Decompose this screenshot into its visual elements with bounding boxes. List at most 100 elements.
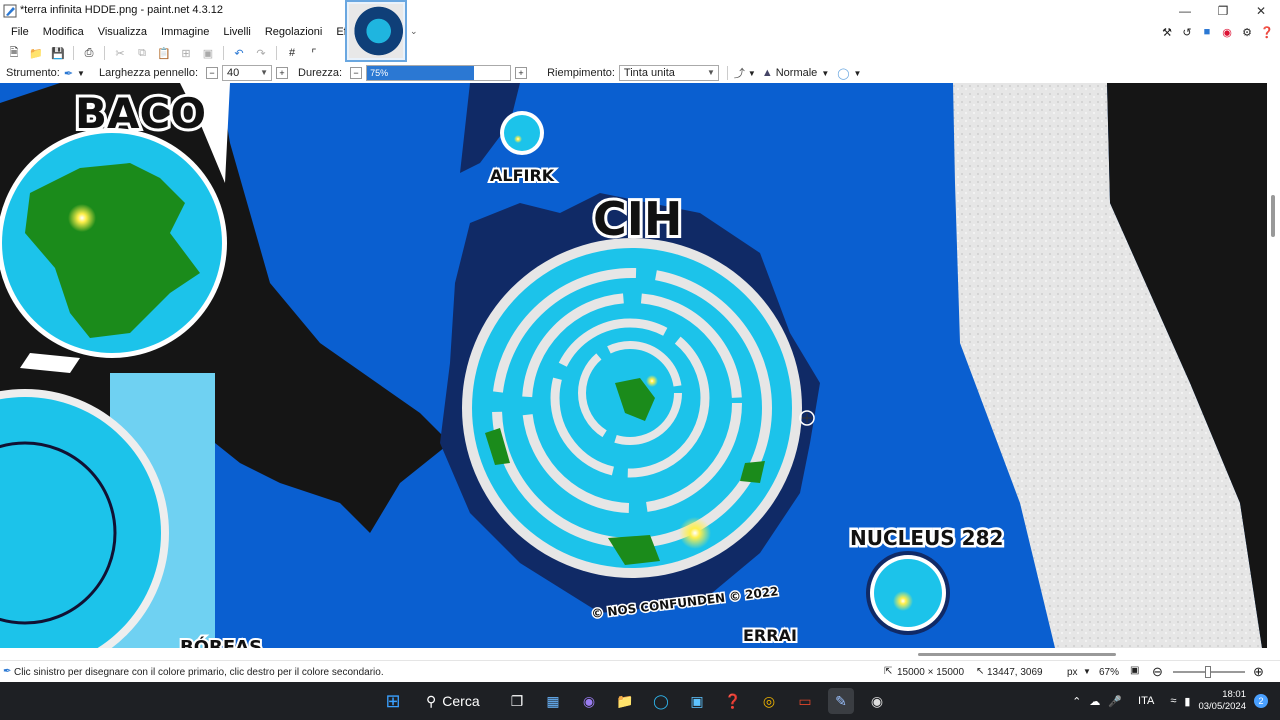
crop-icon[interactable]: ⊞ — [176, 44, 196, 62]
colors-icon[interactable]: ◉ — [1220, 25, 1234, 39]
zoom-slider[interactable] — [1173, 666, 1245, 678]
zoom-slider-knob[interactable] — [1205, 666, 1211, 678]
menu-visualizza[interactable]: Visualizza — [91, 26, 154, 38]
main-toolbar: 🗎 📁 💾 ⎙ ✂ ⧉ 📋 ⊞ ▣ ↶ ↷ # ⌜ — [0, 43, 345, 63]
cut-icon[interactable]: ✂ — [110, 44, 130, 62]
vertical-scrollbar[interactable] — [1267, 83, 1280, 648]
units-select[interactable]: px — [1067, 667, 1078, 678]
brush-width-decrease-button[interactable]: − — [206, 67, 219, 79]
tools-icon[interactable]: ⚒ — [1160, 25, 1174, 39]
menu-immagine[interactable]: Immagine — [154, 26, 216, 38]
minimize-button[interactable]: — — [1166, 0, 1204, 22]
edge-browser-icon[interactable]: ◯ — [648, 688, 674, 714]
deselect-icon[interactable]: ▣ — [198, 44, 218, 62]
menu-modifica[interactable]: Modifica — [36, 26, 91, 38]
file-explorer-icon[interactable]: 📁 — [612, 688, 638, 714]
hardness-slider[interactable]: 75% — [366, 65, 512, 81]
blend-mode-icon[interactable]: ▲ — [762, 67, 773, 79]
help-app-icon[interactable]: ❓ — [720, 688, 746, 714]
wifi-icon[interactable]: ≈ — [1170, 695, 1176, 707]
selection-clipping-icon[interactable]: ◯ — [837, 67, 849, 80]
hardness-increase-button[interactable]: + — [515, 67, 528, 79]
windows-start-icon[interactable]: ⊞ — [380, 688, 406, 714]
cih-sun — [679, 517, 711, 549]
print-icon[interactable]: ⎙ — [79, 44, 99, 62]
menu-livelli[interactable]: Livelli — [216, 26, 258, 38]
notification-badge[interactable]: 2 — [1254, 694, 1268, 708]
zoom-level[interactable]: 67% — [1099, 667, 1119, 678]
hardness-decrease-button[interactable]: − — [350, 67, 363, 79]
restore-button[interactable]: ❐ — [1204, 0, 1242, 22]
office-icon[interactable]: ▭ — [792, 688, 818, 714]
open-folder-icon[interactable]: 📁 — [26, 44, 46, 62]
image-tab-thumbnail[interactable] — [345, 0, 407, 62]
horizontal-scrollbar[interactable] — [0, 648, 1267, 660]
vertical-scroll-thumb[interactable] — [1271, 195, 1275, 237]
microsoft-store-icon[interactable]: ▣ — [684, 688, 710, 714]
layers-icon[interactable]: ■ — [1200, 25, 1214, 39]
search-label: Cerca — [442, 693, 480, 709]
selection-clipping-chevron-icon[interactable]: ▼ — [854, 69, 862, 78]
tool-dropdown-chevron-icon[interactable]: ▼ — [77, 69, 85, 78]
grid-icon[interactable]: # — [282, 44, 302, 62]
help-icon[interactable]: ❓ — [1260, 25, 1274, 39]
tray-overflow-chevron-icon[interactable]: ⌃ — [1072, 695, 1081, 708]
antialias-chevron-icon[interactable]: ▼ — [748, 69, 756, 78]
blend-mode-chevron-icon[interactable]: ▼ — [821, 69, 829, 78]
battery-icon[interactable]: ▮ — [1184, 695, 1190, 708]
label-cih: CIH — [593, 192, 682, 246]
paintbrush-icon[interactable]: ✒ — [64, 67, 73, 80]
utility-toolbar: ⚒ ↺ ■ ◉ ⚙ ❓ — [1160, 22, 1274, 42]
label-baco: BACO — [75, 89, 206, 138]
copy-icon[interactable]: ⧉ — [132, 44, 152, 62]
teams-chat-icon[interactable]: ◉ — [576, 688, 602, 714]
chevron-down-icon: ▼ — [260, 68, 269, 77]
widgets-icon[interactable]: ▦ — [540, 688, 566, 714]
nucleus-sun — [893, 591, 913, 611]
tool-options-bar: Strumento: ✒ ▼ Larghezza pennello: − 40 … — [0, 63, 1280, 83]
new-file-icon[interactable]: 🗎 — [4, 44, 24, 62]
window-title: *terra infinita HDDE.png - paint.net 4.3… — [20, 4, 224, 16]
history-icon[interactable]: ↺ — [1180, 25, 1194, 39]
taskbar-search[interactable]: ⚲ Cerca — [416, 687, 494, 715]
brush-cursor-icon — [799, 410, 815, 426]
clock-date: 03/05/2024 — [1198, 701, 1246, 712]
chrome-icon[interactable]: ◎ — [756, 688, 782, 714]
menu-file[interactable]: File — [4, 26, 36, 38]
ruler-icon[interactable]: ⌜ — [304, 44, 324, 62]
zoom-out-icon[interactable]: ⊖ — [1152, 664, 1163, 680]
paintnet-taskbar-icon[interactable]: ✎ — [828, 688, 854, 714]
menu-regolazioni[interactable]: Regolazioni — [258, 26, 329, 38]
paste-icon[interactable]: 📋 — [154, 44, 174, 62]
clock[interactable]: 18:01 03/05/2024 — [1198, 689, 1246, 713]
zoom-in-icon[interactable]: ⊕ — [1253, 664, 1264, 680]
clock-time: 18:01 — [1222, 689, 1246, 700]
recorder-app-icon[interactable]: ◉ — [864, 688, 890, 714]
image-list-chevron-icon[interactable]: ⌄ — [410, 26, 418, 37]
zoom-fit-icon[interactable]: ▣ — [1130, 665, 1139, 676]
cloud-icon[interactable]: ☁ — [1089, 695, 1100, 708]
close-button[interactable]: ✕ — [1242, 0, 1280, 22]
fill-mode-select[interactable]: Tinta unita ▼ — [618, 65, 719, 81]
language-indicator[interactable]: ITA — [1138, 695, 1154, 707]
image-canvas[interactable]: BACO ALFIRK CIH NUCLEUS 282 ERRAI © NOS … — [0, 83, 1267, 648]
label-nucleus: NUCLEUS 282 — [850, 526, 1003, 550]
horizontal-scroll-thumb[interactable] — [918, 653, 1116, 656]
windows-taskbar: ⊞ ⚲ Cerca ❐ ▦ ◉ 📁 ◯ ▣ ❓ ◎ ▭ ✎ ◉ ⌃ ☁ 🎤 IT… — [0, 682, 1280, 720]
brush-width-increase-button[interactable]: + — [276, 67, 289, 79]
units-chevron-icon[interactable]: ▼ — [1083, 667, 1091, 676]
fill-label: Riempimento: — [547, 67, 615, 79]
label-boreas: BÓREAS — [180, 636, 262, 648]
brush-width-input[interactable]: 40 ▼ — [222, 65, 273, 81]
antialias-icon[interactable]: ⤴ — [734, 65, 745, 81]
redo-icon[interactable]: ↷ — [251, 44, 271, 62]
brush-status-icon: ✒ — [3, 666, 12, 677]
fill-mode-value: Tinta unita — [623, 67, 675, 79]
blend-mode-label[interactable]: Normale — [776, 67, 818, 79]
settings-icon[interactable]: ⚙ — [1240, 25, 1254, 39]
save-icon[interactable]: 💾 — [48, 44, 68, 62]
alfirk-sun — [514, 135, 522, 143]
task-view-icon[interactable]: ❐ — [504, 688, 530, 714]
undo-icon[interactable]: ↶ — [229, 44, 249, 62]
microphone-icon[interactable]: 🎤 — [1108, 695, 1122, 708]
